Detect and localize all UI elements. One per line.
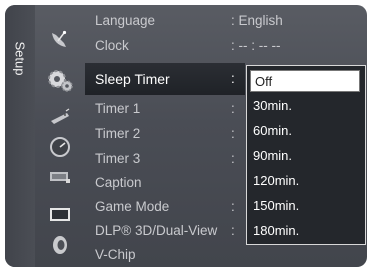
menu-item-clock[interactable]: Clock: [95, 38, 129, 53]
gear-icon[interactable]: [45, 65, 75, 95]
game-mode-value: :: [231, 199, 235, 214]
timer-1-value: :: [231, 101, 235, 116]
menu-item-game-mode[interactable]: Game Mode: [95, 199, 169, 214]
menu-item-timer-3[interactable]: Timer 3: [95, 151, 140, 166]
menu-item-sleep-timer[interactable]: Sleep Timer: [95, 71, 170, 87]
dlp-3d-value: :: [231, 223, 235, 238]
menu-item-language[interactable]: Language: [95, 13, 155, 28]
menu-item-caption[interactable]: Caption: [95, 175, 142, 190]
option-90min[interactable]: 90min.: [249, 145, 361, 167]
setup-tab[interactable]: Setup: [5, 5, 35, 267]
option-60min[interactable]: 60min.: [249, 120, 361, 142]
gauge-icon[interactable]: [48, 135, 72, 159]
menu-item-timer-1[interactable]: Timer 1: [95, 101, 140, 116]
language-value: : English: [231, 13, 283, 28]
picture-icon[interactable]: [48, 203, 72, 227]
category-icon-column: [35, 5, 85, 267]
menu-item-v-chip[interactable]: V-Chip: [95, 247, 136, 262]
satellite-dish-icon[interactable]: [48, 27, 72, 51]
menu-item-timer-2[interactable]: Timer 2: [95, 126, 140, 141]
sleep-timer-value: :: [231, 71, 235, 86]
option-30min[interactable]: 30min.: [249, 95, 361, 117]
remote-icon[interactable]: [48, 105, 72, 129]
setup-menu-panel: Setup Language: English Clock: --: --…: [5, 5, 367, 267]
timer-2-value: :: [231, 126, 235, 141]
option-150min[interactable]: 150min.: [249, 195, 361, 217]
option-off[interactable]: Off: [250, 70, 360, 92]
keyboard-icon[interactable]: [48, 165, 72, 189]
setup-tab-label: Setup: [12, 41, 28, 76]
clock-value: : -- : -- --: [231, 38, 281, 53]
option-180min[interactable]: 180min.: [249, 220, 361, 242]
sleep-timer-dropdown: Off 30min. 60min. 90min. 120min. 150min.…: [246, 65, 366, 245]
menu-item-dlp-3d-dual-view[interactable]: DLP® 3D/Dual-View: [95, 223, 217, 238]
option-120min[interactable]: 120min.: [249, 170, 361, 192]
timer-3-value: :: [231, 151, 235, 166]
speaker-icon[interactable]: [48, 233, 72, 257]
